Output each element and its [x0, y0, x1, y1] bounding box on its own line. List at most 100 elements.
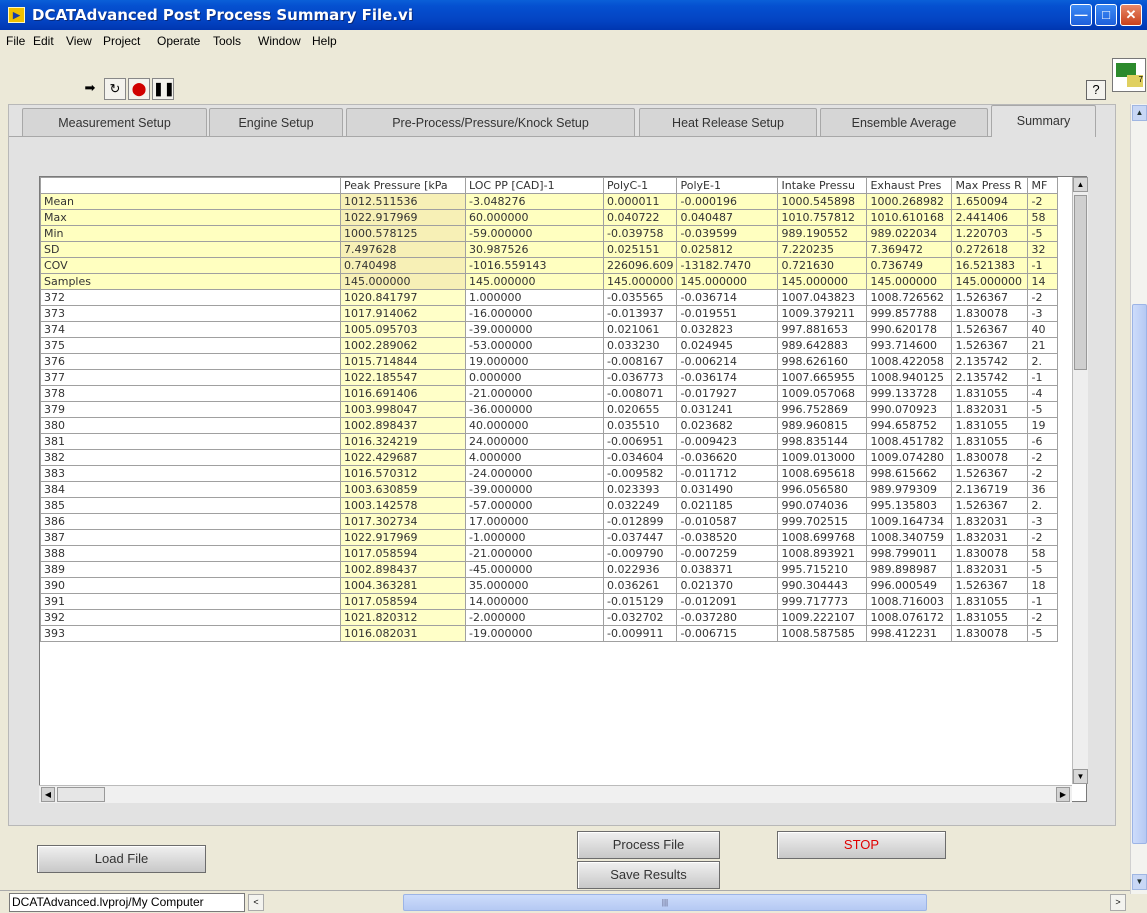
table-cell[interactable]: -0.009790	[602, 545, 678, 562]
table-cell[interactable]: 372	[40, 289, 341, 306]
column-header[interactable]: Peak Pressure [kPa	[340, 177, 466, 194]
table-cell[interactable]: 1.831055	[951, 593, 1029, 610]
table-cell[interactable]: -0.036620	[676, 449, 779, 466]
table-cell[interactable]: 373	[40, 305, 341, 322]
table-cell[interactable]: 990.070923	[866, 401, 953, 418]
table-cell[interactable]: 999.133728	[866, 385, 953, 402]
table-cell[interactable]: 1.831055	[951, 385, 1029, 402]
table-cell[interactable]: 32	[1027, 241, 1059, 258]
column-header[interactable]: LOC PP [CAD]-1	[465, 177, 604, 194]
scroll-right-arrow-icon[interactable]: ▶	[1056, 787, 1070, 802]
table-cell[interactable]: 1008.893921	[777, 545, 868, 562]
table-cell[interactable]: 1003.142578	[340, 497, 466, 514]
table-cell[interactable]: -21.000000	[465, 385, 604, 402]
table-cell[interactable]: 36	[1027, 481, 1059, 498]
table-cell[interactable]: 1008.695618	[777, 465, 868, 482]
table-cell[interactable]: 58	[1027, 545, 1059, 562]
column-header[interactable]: Max Press R	[951, 177, 1029, 194]
table-cell[interactable]: 990.304443	[777, 577, 868, 594]
table-cell[interactable]: 989.979309	[866, 481, 953, 498]
table-cell[interactable]: 997.881653	[777, 321, 868, 338]
table-cell[interactable]: 1.526367	[951, 465, 1029, 482]
table-cell[interactable]: 1.830078	[951, 545, 1029, 562]
table-cell[interactable]: 0.000011	[602, 193, 678, 210]
table-cell[interactable]: 0.021061	[602, 321, 678, 338]
table-cell[interactable]: -19.000000	[465, 625, 604, 642]
menu-operate[interactable]: Operate	[157, 34, 200, 48]
table-cell[interactable]: 2.441406	[951, 209, 1029, 226]
table-cell[interactable]: 0.000000	[465, 369, 604, 386]
table-cell[interactable]: 383	[40, 465, 341, 482]
table-cell[interactable]: -1.000000	[465, 529, 604, 546]
table-cell[interactable]: 1008.451782	[866, 433, 953, 450]
table-cell[interactable]: 145.000000	[951, 273, 1029, 290]
table-cell[interactable]: -21.000000	[465, 545, 604, 562]
table-cell[interactable]: 0.022936	[602, 561, 678, 578]
column-header[interactable]: PolyE-1	[676, 177, 779, 194]
table-cell[interactable]: 989.190552	[777, 225, 868, 242]
table-cell[interactable]: 385	[40, 497, 341, 514]
table-cell[interactable]: 145.000000	[465, 273, 604, 290]
table-cell[interactable]: -0.036174	[676, 369, 779, 386]
column-header[interactable]	[40, 177, 341, 194]
save-results-button[interactable]: Save Results	[577, 861, 720, 889]
table-cell[interactable]: 1017.914062	[340, 305, 466, 322]
table-cell[interactable]: -0.009582	[602, 465, 678, 482]
table-cell[interactable]: 1003.630859	[340, 481, 466, 498]
table-cell[interactable]: -1	[1027, 593, 1059, 610]
table-cell[interactable]: 0.040722	[602, 209, 678, 226]
table-cell[interactable]: 1007.665955	[777, 369, 868, 386]
table-cell[interactable]: 0.021370	[676, 577, 779, 594]
table-cell[interactable]: 384	[40, 481, 341, 498]
table-cell[interactable]: -13182.7470	[676, 257, 779, 274]
table-cell[interactable]: -16.000000	[465, 305, 604, 322]
table-cell[interactable]: 1009.164734	[866, 513, 953, 530]
table-cell[interactable]: 1004.363281	[340, 577, 466, 594]
table-cell[interactable]: 145.000000	[866, 273, 953, 290]
table-cell[interactable]: 1.832031	[951, 529, 1029, 546]
table-cell[interactable]: 1.220703	[951, 225, 1029, 242]
table-cell[interactable]: 1008.422058	[866, 353, 953, 370]
table-cell[interactable]: 0.040487	[676, 209, 779, 226]
menu-view[interactable]: View	[66, 34, 92, 48]
table-cell[interactable]: -2	[1027, 193, 1059, 210]
table-cell[interactable]: 0.032823	[676, 321, 779, 338]
table-cell[interactable]: 19.000000	[465, 353, 604, 370]
table-cell[interactable]: 14.000000	[465, 593, 604, 610]
table-cell[interactable]: -5	[1027, 561, 1059, 578]
table-cell[interactable]: 1008.940125	[866, 369, 953, 386]
table-cell[interactable]: 0.020655	[602, 401, 678, 418]
tab-measurement-setup[interactable]: Measurement Setup	[22, 108, 207, 136]
table-cell[interactable]: 2.	[1027, 497, 1059, 514]
summary-table[interactable]: Peak Pressure [kPa LOC PP [CAD]-1 PolyC-1 P…	[39, 176, 1087, 802]
table-cell[interactable]: -0.015129	[602, 593, 678, 610]
table-cell[interactable]: -0.032702	[602, 609, 678, 626]
table-cell[interactable]: -57.000000	[465, 497, 604, 514]
table-cell[interactable]: 1022.917969	[340, 209, 466, 226]
table-cell[interactable]: 379	[40, 401, 341, 418]
table-cell[interactable]: -59.000000	[465, 225, 604, 242]
table-cell[interactable]: Mean	[40, 193, 341, 210]
table-cell[interactable]: -0.008167	[602, 353, 678, 370]
table-cell[interactable]: 1.526367	[951, 289, 1029, 306]
title-bar[interactable]: ▶ DCATAdvanced Post Process Summary File…	[0, 0, 1147, 30]
table-cell[interactable]: 0.025151	[602, 241, 678, 258]
table-cell[interactable]: -0.011712	[676, 465, 779, 482]
table-cell[interactable]: 998.799011	[866, 545, 953, 562]
table-cell[interactable]: -53.000000	[465, 337, 604, 354]
table-cell[interactable]: 393	[40, 625, 341, 642]
table-cell[interactable]: -0.035565	[602, 289, 678, 306]
window-scroll-thumb[interactable]	[1132, 304, 1147, 844]
table-cell[interactable]: 40	[1027, 321, 1059, 338]
table-cell[interactable]: 58	[1027, 209, 1059, 226]
table-cell[interactable]: 1008.699768	[777, 529, 868, 546]
labview-app-icon[interactable]: ▶	[8, 7, 25, 23]
context-help-button[interactable]: ?	[1086, 80, 1106, 100]
tab-summary[interactable]: Summary	[991, 105, 1096, 137]
table-cell[interactable]: 1002.898437	[340, 561, 466, 578]
table-cell[interactable]: 16.521383	[951, 257, 1029, 274]
table-cell[interactable]: 1009.013000	[777, 449, 868, 466]
table-cell[interactable]: -0.006214	[676, 353, 779, 370]
status-scroll-left-icon[interactable]: <	[248, 894, 264, 911]
menu-tools[interactable]: Tools	[213, 34, 241, 48]
